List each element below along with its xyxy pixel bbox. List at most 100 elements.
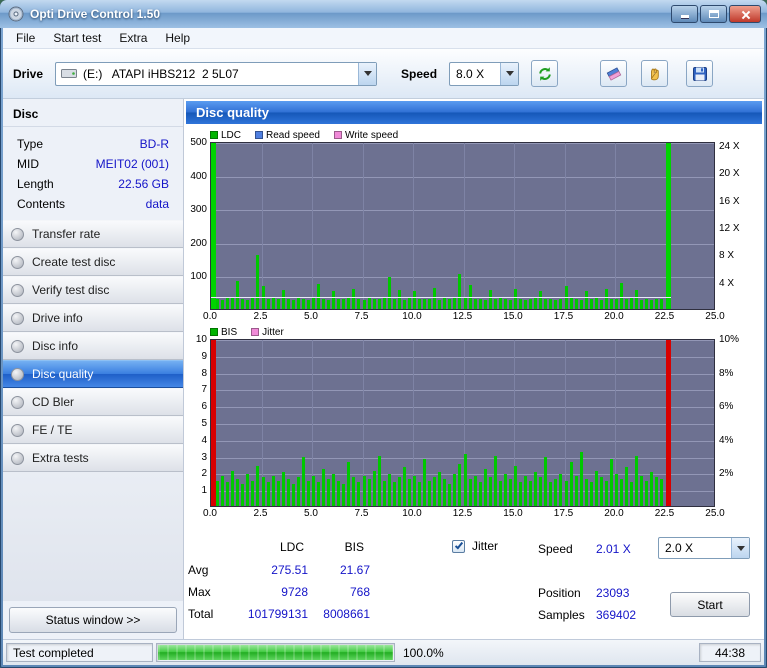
menu-bar: File Start test Extra Help [3,28,764,49]
x-tick-label: 2.5 [253,311,268,322]
test-bullet-icon [11,395,24,409]
window-title: Opti Drive Control 1.50 [30,7,161,21]
progress-bar [156,643,395,662]
speed-select-arrow[interactable] [500,62,519,85]
page-title: Disc quality [186,101,762,124]
legend-ldc: LDC [210,130,241,141]
y2-tick-label: 8% [719,367,734,379]
chevron-down-icon [736,545,745,551]
speed-select[interactable]: 8.0 X [449,61,520,86]
x-tick-label: 17.5 [553,311,574,322]
sidebar-item-label: FE / TE [32,423,73,437]
sidebar: Disc Type BD-R MID MEIT02 (001) Length 2… [3,99,184,639]
x-tick-label: 12.5 [452,311,473,322]
y-tick-label: 2 [201,468,207,480]
x-tick-label: 5.0 [304,311,318,322]
menu-file[interactable]: File [7,29,44,47]
jitter-checkbox[interactable] [452,539,465,553]
minimize-button[interactable] [671,5,698,23]
legend-bis: BIS [210,327,237,338]
y-tick-label: 300 [190,204,207,216]
scan-speed-select[interactable]: 2.0 X [658,537,750,559]
progress-bar-fill [158,645,393,660]
sidebar-item-disc-info[interactable]: Disc info [3,332,183,360]
ldc-left-axis: 100 200 300 400 500 [184,137,210,310]
disc-mid-value: MEIT02 (001) [95,157,169,171]
x-tick-label: 20.0 [604,311,624,322]
ldc-right-axis: 4 X 8 X 12 X 16 X 20 X 24 X [715,141,763,310]
status-message: Test completed [6,643,153,662]
sidebar-item-cd-bler[interactable]: CD Bler [3,388,183,416]
close-button[interactable] [729,5,761,23]
samples-label: Samples [538,608,585,622]
samples-value: 369402 [596,608,637,622]
y-tick-label: 500 [190,137,207,148]
refresh-icon [538,66,551,81]
save-button[interactable] [686,60,714,87]
toolbar: Drive (E:) ATAPI iHBS212 2 5L07 Speed 8.… [3,49,764,99]
disc-type-label: Type [17,137,44,151]
y2-tick-label: 4% [719,434,734,446]
total-row-label: Total [188,607,214,621]
menu-start-test[interactable]: Start test [44,29,110,47]
y-tick-label: 5 [201,418,207,429]
sidebar-item-verify-test-disc[interactable]: Verify test disc [3,276,183,304]
speed-select-value: 8.0 X [456,66,485,81]
title-bar[interactable]: Opti Drive Control 1.50 [0,0,767,28]
disc-length-label: Length [17,177,54,191]
test-bullet-icon [11,227,24,241]
drive-icon [61,69,78,78]
test-bullet-icon [11,367,24,381]
sidebar-item-drive-info[interactable]: Drive info [3,304,183,332]
total-ldc-value: 101799131 [247,607,308,621]
stop-button[interactable] [641,60,669,87]
drive-select-value: (E:) ATAPI iHBS212 2 5L07 [83,66,239,81]
x-tick-label: 12.5 [452,508,473,519]
x-tick-label: 17.5 [553,508,574,519]
ldc-chart-legend: LDC Read speed Write speed [184,128,764,142]
progress-percent: 100.0% [403,645,444,660]
scan-speed-select-arrow[interactable] [731,538,749,558]
drive-select[interactable]: (E:) ATAPI iHBS212 2 5L07 [55,61,378,86]
avg-bis-value: 21.67 [339,563,370,577]
sidebar-item-label: CD Bler [32,395,75,409]
save-icon [692,66,707,81]
maximize-icon [709,10,719,18]
sidebar-item-disc-quality[interactable]: Disc quality [3,360,183,388]
menu-help[interactable]: Help [156,29,199,47]
erase-disc-button[interactable] [600,60,628,87]
sidebar-item-create-test-disc[interactable]: Create test disc [3,248,183,276]
test-bullet-icon [11,451,24,465]
drive-select-arrow[interactable] [358,62,377,85]
maximize-button[interactable] [700,5,727,23]
position-value: 23093 [596,586,630,600]
y2-tick-label: 10% [719,334,740,345]
x-tick-label: 2.5 [253,508,268,519]
x-tick-label: 7.5 [354,508,369,519]
disc-contents-value: data [145,197,169,211]
refresh-button[interactable] [531,60,559,87]
test-bullet-icon [11,283,24,297]
start-button[interactable]: Start [670,592,750,617]
sidebar-item-fe-te[interactable]: FE / TE [3,416,183,444]
y2-tick-label: 4 X [719,277,735,289]
max-ldc-value: 9728 [281,585,308,599]
sidebar-item-extra-tests[interactable]: Extra tests [3,444,183,472]
y-tick-label: 6 [201,401,207,413]
current-speed-value: 2.01 X [596,542,631,556]
x-tick-label: 0.0 [203,311,217,322]
test-bullet-icon [11,311,24,325]
x-tick-label: 15.0 [503,508,523,519]
y-tick-label: 7 [201,384,207,396]
max-bis-value: 768 [349,585,370,599]
x-tick-label: 22.5 [654,508,675,519]
y2-tick-label: 24 X [719,141,740,153]
legend-jitter: Jitter [251,327,284,338]
y2-tick-label: 2% [719,468,734,480]
sidebar-item-transfer-rate[interactable]: Transfer rate [3,220,183,248]
elapsed-time: 44:38 [699,643,761,662]
status-window-button[interactable]: Status window >> [9,607,177,633]
menu-extra[interactable]: Extra [110,29,156,47]
y2-tick-label: 16 X [719,195,740,207]
disc-type-row: Type BD-R [17,134,169,154]
